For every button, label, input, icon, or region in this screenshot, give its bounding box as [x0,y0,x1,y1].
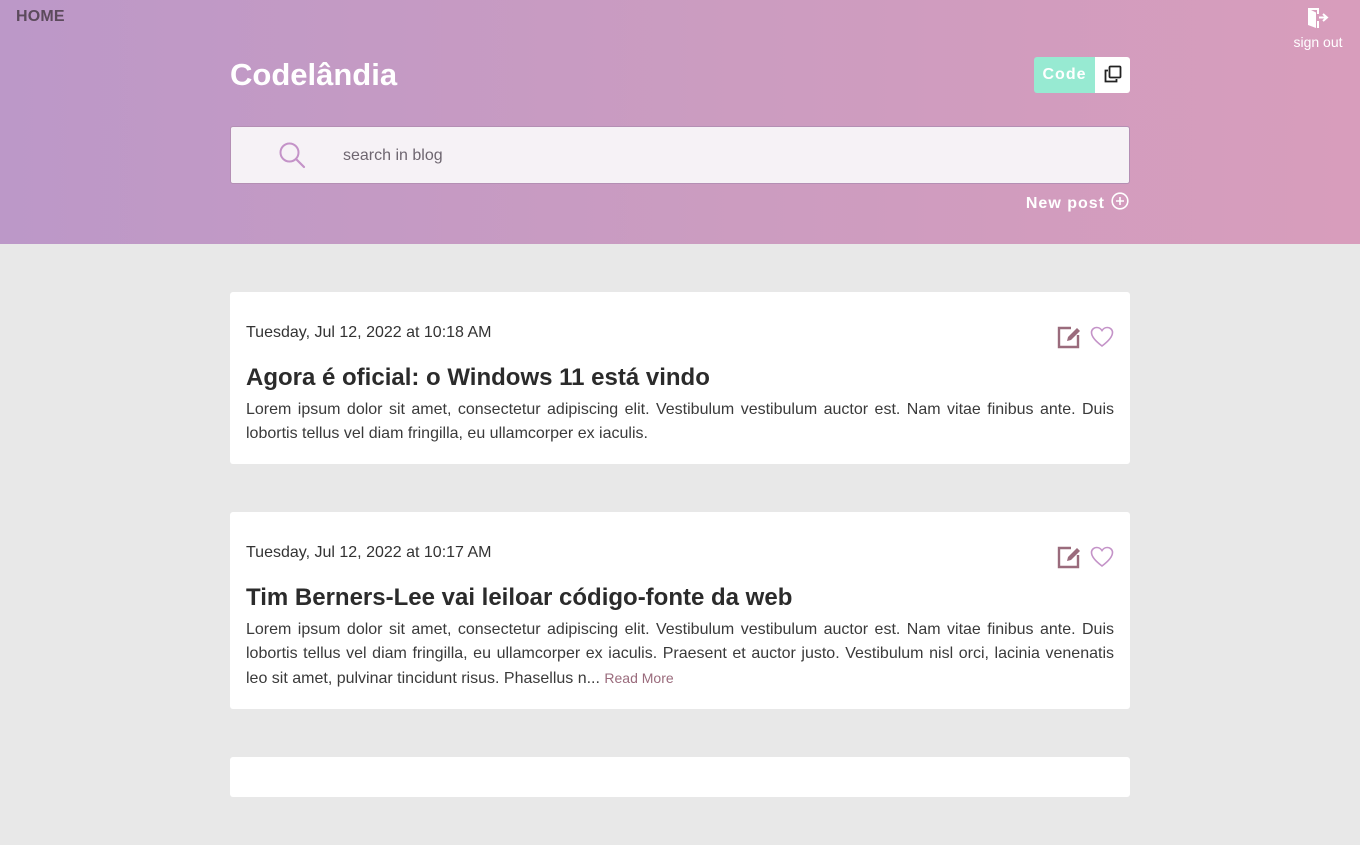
search-icon [278,141,306,174]
post-feed: Tuesday, Jul 12, 2022 at 10:18 AM Agora … [230,292,1130,845]
post-card: Tuesday, Jul 12, 2022 at 10:17 AM Tim Be… [230,512,1130,709]
post-excerpt: Lorem ipsum dolor sit amet, consectetur … [246,618,1114,691]
post-title[interactable]: Agora é oficial: o Windows 11 está vindo [246,364,1114,392]
search-bar [230,126,1130,185]
blog-header: HOME sign out Codelândia Code search in … [0,0,1360,244]
sign-out-button[interactable]: sign out [1292,6,1344,50]
post-actions [1056,544,1114,570]
read-more-link[interactable]: Read More [604,670,673,686]
site-title: Codelândia [230,57,398,92]
new-post-button[interactable]: New post [1026,192,1129,215]
heart-icon[interactable] [1090,326,1114,348]
edit-icon[interactable] [1056,544,1082,570]
post-card: Tuesday, Jul 12, 2022 at 10:18 AM Agora … [230,292,1130,464]
post-date: Tuesday, Jul 12, 2022 at 10:17 AM [246,544,492,561]
post-card [230,757,1130,797]
copy-icon [1104,65,1122,86]
plus-circle-icon [1111,192,1129,215]
home-link[interactable]: HOME [16,8,65,26]
code-toggle: Code [1034,57,1130,93]
post-date: Tuesday, Jul 12, 2022 at 10:18 AM [246,324,492,341]
search-input[interactable] [341,127,1115,185]
post-excerpt-text: Lorem ipsum dolor sit amet, consectetur … [246,621,1114,687]
post-excerpt: Lorem ipsum dolor sit amet, consectetur … [246,401,1114,442]
copy-button[interactable] [1095,57,1130,93]
new-post-label: New post [1025,194,1105,212]
post-actions [1056,324,1114,350]
sign-out-label: sign out [1293,34,1343,50]
post-title[interactable]: Tim Berners-Lee vai leiloar código-fonte… [246,584,1114,612]
edit-icon[interactable] [1056,324,1082,350]
exit-door-icon [1292,6,1344,32]
code-toggle-button[interactable]: Code [1034,57,1095,93]
heart-icon[interactable] [1090,546,1114,568]
